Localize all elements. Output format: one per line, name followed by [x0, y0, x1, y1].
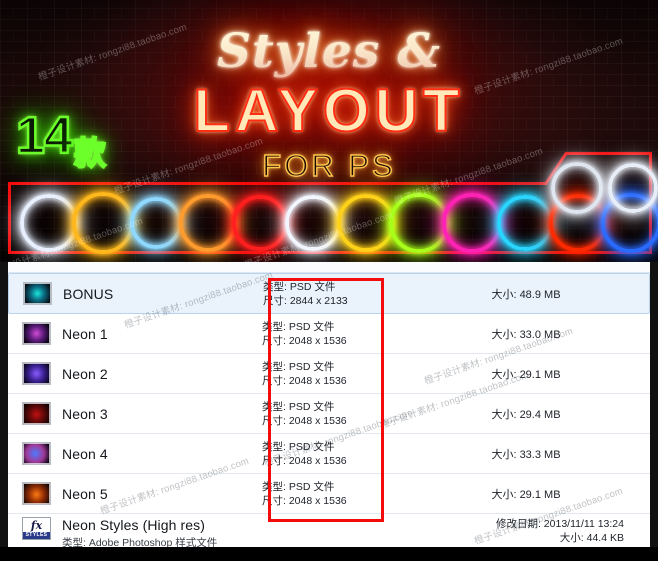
file-type: 类型: PSD 文件 [262, 320, 335, 333]
file-size: 大小: 29.1 MB [491, 368, 561, 381]
badge-unit: 款 [73, 135, 107, 171]
panel-left-edge [0, 262, 8, 547]
screenshot-root: Styles & LAYOUT FOR PS 14 款 橙子设计素材: rong… [0, 0, 658, 561]
file-type: 类型: PSD 文件 [262, 440, 335, 453]
ring-red-1 [232, 195, 288, 251]
file-dimensions: 尺寸: 2048 x 1536 [262, 414, 347, 427]
table-row[interactable]: Neon 1 类型: PSD 文件 尺寸: 2048 x 1536 大小: 33.0 … [8, 314, 650, 354]
psd-thumb-neon5 [22, 482, 51, 505]
table-row[interactable]: Neon 4 类型: PSD 文件 尺寸: 2048 x 1536 大小: 33.3 … [8, 434, 650, 474]
ring-white-1 [20, 194, 78, 252]
ring-white-tr-2 [608, 163, 658, 213]
psd-thumb-neon4 [22, 442, 51, 465]
file-size: 大小: 33.3 MB [491, 448, 561, 461]
file-dimensions: 尺寸: 2048 x 1536 [262, 494, 347, 507]
file-name-cell: Neon 4 [62, 446, 252, 462]
psd-thumb-neon1 [22, 322, 51, 345]
file-type: 类型: PSD 文件 [263, 280, 336, 293]
file-meta-cell: 类型: PSD 文件 尺寸: 2048 x 1536 [262, 440, 402, 468]
psd-thumb-neon2 [22, 362, 51, 385]
hero-title-script: Styles & [217, 24, 441, 79]
footer-bar [0, 547, 658, 561]
panel-right-edge [650, 262, 658, 547]
psd-thumb-bonus [23, 282, 52, 305]
file-name-cell: Neon 1 [62, 326, 252, 342]
ring-white-tr-1 [551, 162, 603, 214]
neon-ring-row-top-right [545, 160, 658, 214]
file-meta-cell: 类型: PSD 文件 尺寸: 2048 x 1536 [262, 400, 402, 428]
file-meta-cell: 类型: PSD 文件 尺寸: 2844 x 2133 [263, 280, 403, 308]
table-row[interactable]: Neon 2 类型: PSD 文件 尺寸: 2048 x 1536 大小: 29.1 … [8, 354, 650, 394]
ring-yellow [337, 194, 395, 252]
psd-thumb-neon3 [22, 402, 51, 425]
file-list-panel: BONUS 类型: PSD 文件 尺寸: 2844 x 2133 大小: 48.9 M… [0, 262, 658, 557]
table-row[interactable]: Neon 5 类型: PSD 文件 尺寸: 2048 x 1536 大小: 29.1 … [8, 474, 650, 514]
table-row[interactable]: Neon 3 类型: PSD 文件 尺寸: 2048 x 1536 大小: 29.4 … [8, 394, 650, 434]
file-type: 类型: PSD 文件 [262, 480, 335, 493]
file-list[interactable]: BONUS 类型: PSD 文件 尺寸: 2844 x 2133 大小: 48.9 M… [8, 273, 650, 557]
file-size: 大小: 33.0 MB [491, 328, 561, 341]
file-name: BONUS [63, 285, 114, 302]
file-size: 大小: 29.4 MB [491, 408, 561, 421]
ring-lightblue [130, 197, 182, 249]
file-size: 大小: 48.9 MB [491, 288, 561, 301]
file-name: Neon 2 [62, 365, 108, 382]
file-name-cell: Neon 5 [62, 486, 252, 502]
table-row[interactable]: BONUS 类型: PSD 文件 尺寸: 2844 x 2133 大小: 48.9 M… [8, 273, 650, 314]
hero-banner: Styles & LAYOUT FOR PS 14 款 橙子设计素材: rong… [0, 0, 658, 262]
file-type: 类型: PSD 文件 [262, 400, 335, 413]
file-name: Neon 5 [62, 485, 108, 502]
file-meta-cell: 类型: PSD 文件 尺寸: 2048 x 1536 [262, 320, 402, 348]
file-meta-cell: 类型: PSD 文件 尺寸: 2048 x 1536 [262, 360, 402, 388]
file-type: 类型: PSD 文件 [262, 360, 335, 373]
file-name: Neon 3 [62, 405, 108, 422]
photoshop-styles-fx-icon: fx STYLES [22, 517, 51, 540]
file-name-cell: BONUS [63, 286, 253, 302]
panel-top-band [0, 262, 658, 273]
file-dimensions: 尺寸: 2048 x 1536 [262, 454, 347, 467]
file-modified: 修改日期: 2013/11/11 13:24 [495, 518, 624, 530]
file-name: Neon Styles (High res) [62, 517, 206, 533]
file-name: Neon 4 [62, 445, 108, 462]
file-size-cell: 修改日期: 2013/11/11 13:24 大小: 44.4 KB [402, 517, 650, 545]
ring-white-2 [285, 195, 341, 251]
file-name-cell: Neon 2 [62, 366, 252, 382]
styles-label: STYLES [23, 532, 50, 539]
file-size: 大小: 44.4 KB [559, 532, 624, 544]
file-name-cell: Neon Styles (High res) 类型: Adobe Photosho… [62, 517, 252, 550]
ring-amber [72, 192, 134, 254]
fx-glyph: fx [30, 518, 43, 532]
file-dimensions: 尺寸: 2844 x 2133 [263, 294, 348, 307]
file-name-cell: Neon 3 [62, 406, 252, 422]
file-name: Neon 1 [62, 325, 108, 342]
file-dimensions: 尺寸: 2048 x 1536 [262, 374, 347, 387]
ring-orange [179, 194, 237, 252]
badge-count: 14 [15, 107, 74, 165]
file-size: 大小: 29.1 MB [491, 488, 561, 501]
file-meta-cell: 类型: PSD 文件 尺寸: 2048 x 1536 [262, 480, 402, 508]
file-dimensions: 尺寸: 2048 x 1536 [262, 334, 347, 347]
ring-magenta [442, 193, 502, 253]
ring-green [389, 193, 449, 253]
